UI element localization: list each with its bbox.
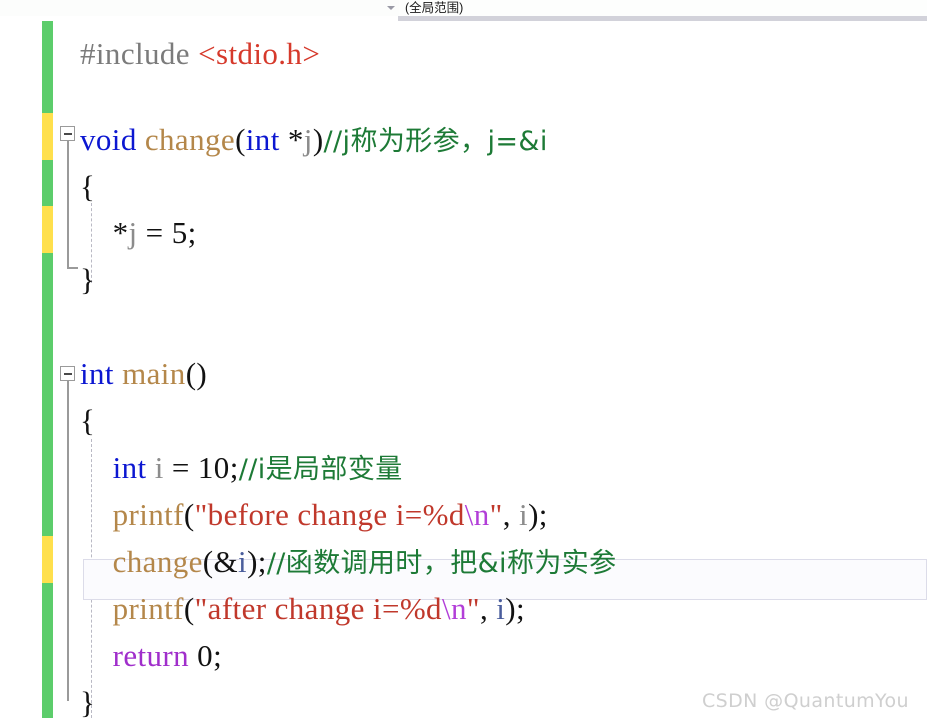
code-token: }	[80, 685, 96, 720]
change-segment-modified	[42, 113, 53, 160]
code-token: i	[519, 497, 529, 532]
code-line[interactable]: void change(int *j)//j称为形参，j=&i	[80, 124, 548, 157]
change-segment-modified	[42, 206, 53, 253]
code-token: <stdio.h>	[198, 36, 321, 71]
code-token: "	[489, 497, 503, 532]
code-line[interactable]: {	[80, 171, 95, 202]
code-line[interactable]: return 0;	[80, 640, 222, 671]
code-token: return	[112, 638, 190, 673]
code-token: {	[80, 169, 96, 204]
code-token: j	[128, 215, 138, 250]
code-token: //j称为形参，j=&i	[323, 126, 548, 157]
code-token: )	[312, 122, 324, 157]
code-token: printf	[112, 497, 184, 532]
code-token: }	[80, 262, 96, 297]
code-token: ,	[502, 497, 520, 532]
code-token: change	[144, 122, 236, 157]
code-token: (	[183, 591, 195, 626]
code-token: = 10;	[163, 450, 239, 485]
code-token: ()	[185, 356, 208, 391]
editor-surface[interactable]: #include <stdio.h> void change(int *j)//j…	[0, 21, 927, 718]
code-line[interactable]: change(&i);//函数调用时，把&i称为实参	[80, 546, 617, 579]
code-token: *	[80, 215, 129, 250]
navigation-bar: (全局范围)	[0, 0, 927, 17]
code-token: 0;	[189, 638, 223, 673]
code-token: \n	[441, 591, 467, 626]
fold-toggle-icon[interactable]	[60, 366, 75, 381]
change-segment-modified	[42, 536, 53, 583]
code-editor-window: (全局范围) #include <stdio.h> void change(int…	[0, 0, 927, 718]
code-token: printf	[112, 591, 184, 626]
code-token: (	[183, 497, 195, 532]
fold-toggle-icon[interactable]	[60, 126, 75, 141]
scope-combobox[interactable]	[0, 0, 399, 16]
code-token: i	[238, 544, 248, 579]
code-token: j	[303, 122, 313, 157]
code-line[interactable]: }	[80, 264, 95, 295]
code-token: int	[245, 122, 280, 157]
chevron-down-icon[interactable]	[387, 6, 395, 10]
change-segment-saved	[42, 160, 53, 206]
code-token: //i是局部变量	[238, 454, 403, 485]
change-segment-saved	[42, 583, 53, 718]
code-token: i	[496, 591, 506, 626]
code-token: int	[112, 450, 147, 485]
change-tracking-margin	[42, 21, 53, 718]
code-token: i	[154, 450, 164, 485]
fold-region-foot	[67, 267, 78, 269]
change-segment-saved	[42, 21, 53, 113]
change-segment-saved	[42, 253, 53, 536]
code-line[interactable]: {	[80, 405, 95, 436]
code-line[interactable]: printf("before change i=%d\n", i);	[80, 499, 548, 530]
code-line[interactable]: int i = 10;//i是局部变量	[80, 452, 403, 485]
code-token: \n	[464, 497, 490, 532]
fold-region-line	[67, 141, 69, 269]
watermark: CSDN @QuantumYou	[701, 690, 909, 712]
code-token: "	[466, 591, 480, 626]
code-token: change	[112, 544, 203, 579]
code-token: //函数调用时，把&i称为实参	[266, 548, 617, 579]
code-token: void	[80, 122, 137, 157]
code-token: "before change i=%d	[194, 497, 465, 532]
code-token: int	[80, 356, 114, 391]
code-token: "after change i=%d	[194, 591, 442, 626]
code-token: main	[122, 356, 186, 391]
code-line[interactable]: }	[80, 687, 95, 718]
code-line[interactable]: printf("after change i=%d\n", i);	[80, 593, 525, 624]
code-token: ,	[479, 591, 497, 626]
code-token: = 5;	[137, 215, 197, 250]
code-token: *	[279, 122, 304, 157]
code-token: (&	[202, 544, 239, 579]
code-token: );	[505, 591, 526, 626]
gutter-edge	[53, 21, 54, 718]
scope-label: (全局范围)	[405, 1, 464, 15]
code-token: );	[247, 544, 267, 579]
fold-region-line	[67, 381, 69, 701]
code-token: {	[80, 403, 96, 438]
code-line[interactable]: int main()	[80, 358, 207, 389]
code-line[interactable]: *j = 5;	[80, 217, 197, 248]
code-token: );	[528, 497, 548, 532]
code-line[interactable]: #include <stdio.h>	[80, 38, 320, 69]
code-token: #include	[80, 36, 199, 71]
code-token: (	[235, 122, 246, 157]
